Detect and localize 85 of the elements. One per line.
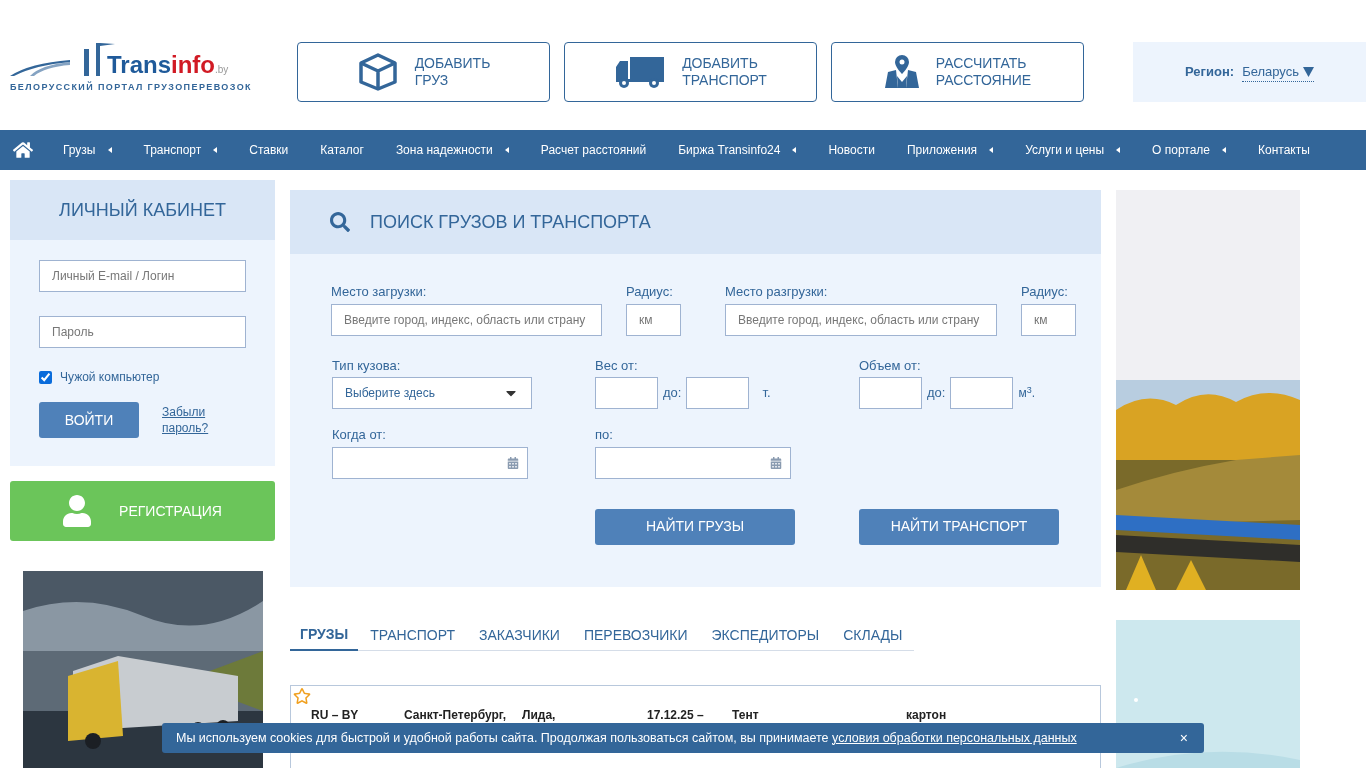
header-button[interactable]: РАССЧИТАТЬ РАССТОЯНИЕ	[831, 42, 1084, 102]
region-dropdown[interactable]: Беларусь	[1242, 61, 1314, 83]
search-title: ПОИСК ГРУЗОВ И ТРАНСПОРТА	[370, 210, 651, 234]
date-from-field[interactable]	[332, 446, 528, 479]
cookie-text: Мы используем cookies для быстрой и удобной работы сайта. Продолжая пользоваться сайтом, вы принимаете условия обработки персональных данных	[176, 729, 1077, 747]
date-to-field[interactable]	[595, 446, 791, 479]
submenu-arrow-icon	[504, 147, 509, 153]
nav-link[interactable]: О портале	[1136, 141, 1243, 159]
nav-link[interactable]: Транспорт	[127, 141, 234, 159]
forgot-password-link[interactable]: Забыли пароль?	[162, 404, 209, 436]
date-cell-text: 17.12.25 –	[647, 707, 705, 724]
results-tab[interactable]: ЭКСПЕДИТОРЫ	[699, 620, 832, 650]
login-button[interactable]: ВОЙТИ	[39, 402, 139, 438]
unloading-place-field[interactable]: Введите город, индекс, область или страну	[725, 303, 997, 336]
submenu-arrow-icon	[989, 147, 994, 153]
field-label: Место загрузки:	[331, 283, 428, 301]
nav-link[interactable]: Новости	[812, 141, 891, 159]
from-cell-text: Санкт-Петербург,	[404, 707, 507, 724]
login-field[interactable]: Личный E-mail / Логин	[39, 260, 246, 292]
nav-link[interactable]: Расчет расстояний	[524, 141, 663, 159]
nav-link[interactable]: Каталог	[304, 141, 380, 159]
volume-to-field[interactable]	[950, 377, 1014, 409]
calendar-icon	[770, 456, 782, 469]
field-label: до:	[663, 384, 682, 403]
loading-place-field[interactable]: Введите город, индекс, область или страну	[331, 303, 602, 336]
results-tab[interactable]: СКЛАДЫ	[831, 620, 915, 650]
logo-tagline: БЕЛОРУССКИЙ ПОРТАЛ ГРУЗОПЕРЕВОЗОК	[10, 81, 253, 94]
field-label: Вес от:	[595, 356, 639, 375]
truck-icon	[614, 55, 667, 89]
submenu-arrow-icon	[1222, 147, 1227, 153]
unit-label: м$^{3}$.	[1018, 384, 1036, 402]
route-cell-text: RU – BY	[311, 707, 360, 724]
nav-link[interactable]: Биржа Transinfo24	[662, 141, 813, 159]
home-icon[interactable]	[13, 140, 33, 160]
results-tab[interactable]: ПЕРЕВОЗЧИКИ	[571, 620, 700, 650]
results-tab[interactable]: ТРАНСПОРТ	[358, 620, 467, 650]
submenu-arrow-icon	[1116, 147, 1121, 153]
header-button[interactable]: ДОБАВИТЬ ТРАНСПОРТ	[564, 42, 817, 102]
unit-label: т.	[762, 384, 771, 403]
results-tab[interactable]: ЗАКАЗЧИКИ	[467, 620, 572, 650]
weight-from-field[interactable]	[595, 377, 658, 409]
nav-link[interactable]: Ставки	[233, 141, 305, 159]
favorite-star-icon[interactable]	[293, 687, 311, 705]
nav-link[interactable]: Приложения	[890, 141, 1010, 159]
nav-link[interactable]: Контакты	[1242, 141, 1326, 159]
box-icon	[356, 52, 399, 92]
nav-link[interactable]: Зона надежности	[379, 141, 525, 159]
remember-label: Чужой компьютер	[60, 369, 160, 386]
cargo-cell-text: картон	[906, 707, 947, 724]
submenu-arrow-icon	[792, 147, 797, 153]
calendar-icon	[507, 456, 519, 469]
privacy-link[interactable]: условия обработки персональных данных	[832, 730, 1077, 745]
body-type-cell-text: Тент	[732, 707, 760, 724]
login-title: ЛИЧНЫЙ КАБИНЕТ	[10, 180, 275, 240]
logo-text: Transinfo.by	[107, 53, 229, 77]
region-label: Регион:	[1185, 63, 1235, 82]
field-label: Тип кузова:	[332, 356, 402, 375]
find-transport-button[interactable]: НАЙТИ ТРАНСПОРТ	[859, 508, 1059, 545]
weight-to-field[interactable]	[686, 377, 750, 409]
field-label: Когда от:	[332, 426, 387, 444]
field-label: Объем от:	[859, 356, 922, 375]
remember-checkbox[interactable]	[39, 370, 52, 384]
submenu-arrow-icon	[107, 147, 112, 153]
field-label: Место разгрузки:	[725, 283, 829, 301]
header-button[interactable]: ДОБАВИТЬ ГРУЗ	[297, 42, 550, 102]
find-cargo-button[interactable]: НАЙТИ ГРУЗЫ	[595, 508, 795, 545]
close-button[interactable]: ×	[1179, 727, 1188, 749]
password-field[interactable]: Пароль	[39, 316, 246, 348]
caret-icon	[1303, 66, 1314, 77]
field-label: по:	[595, 426, 614, 444]
user-icon	[63, 493, 92, 529]
search-icon	[330, 212, 350, 232]
field-label: до:	[927, 384, 946, 403]
radius-field[interactable]: км	[626, 303, 681, 336]
nav-link[interactable]: Услуги и цены	[1009, 141, 1137, 159]
body-type-select[interactable]: Выберите здесь	[332, 377, 532, 409]
to-cell-text: Лида,	[522, 707, 557, 724]
map-pin-icon	[883, 54, 920, 90]
submenu-arrow-icon	[213, 147, 218, 153]
radius-field[interactable]: км	[1021, 303, 1076, 336]
field-label: Радиус:	[626, 283, 674, 301]
volume-from-field[interactable]	[859, 377, 922, 409]
field-label: Радиус:	[1021, 283, 1069, 301]
results-tab[interactable]: ГРУЗЫ	[290, 620, 359, 651]
nav-link[interactable]: Грузы	[47, 141, 128, 159]
